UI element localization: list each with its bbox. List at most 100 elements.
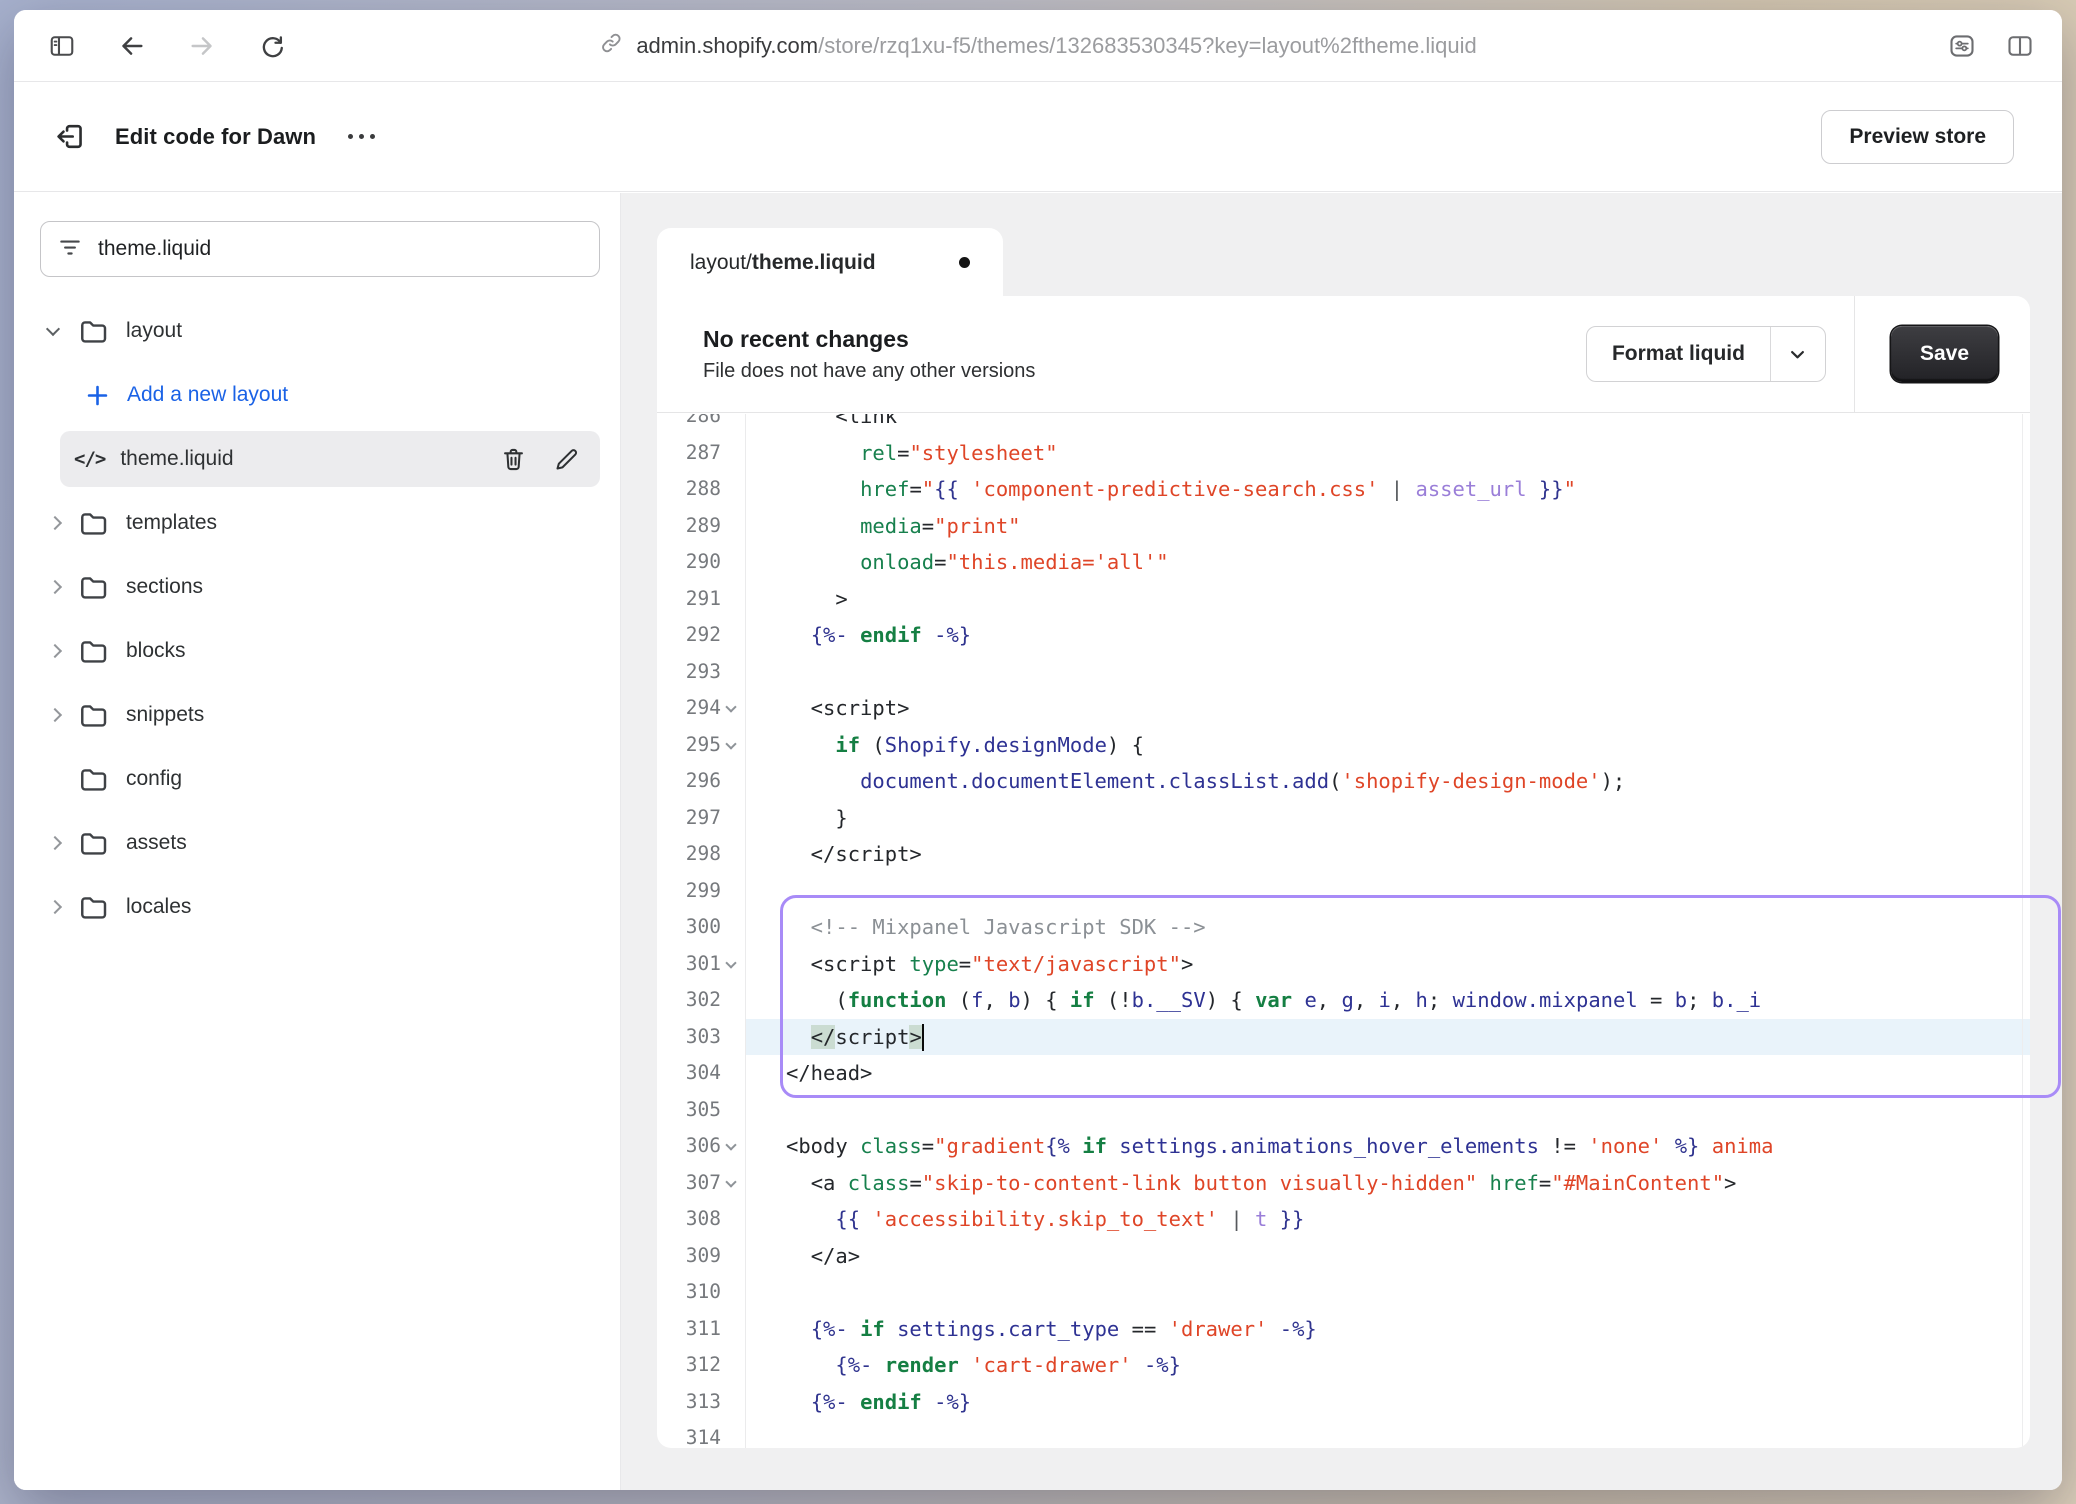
sidebar-item-sections[interactable]: sections xyxy=(14,555,620,619)
exit-editor-icon[interactable] xyxy=(54,120,87,153)
code-line-305[interactable]: 305 xyxy=(657,1092,2030,1129)
unsaved-dot xyxy=(959,257,970,268)
code-line-306[interactable]: 306<body class="gradient{% if settings.a… xyxy=(657,1128,2030,1165)
sidebar-item-snippets[interactable]: snippets xyxy=(14,683,620,747)
fold-toggle-icon[interactable] xyxy=(721,727,746,764)
more-actions-icon[interactable] xyxy=(348,134,375,139)
sidebar-item-theme-liquid[interactable]: </>theme.liquid xyxy=(14,427,620,491)
code-text: if (Shopify.designMode) { xyxy=(746,727,2030,764)
line-number: 304 xyxy=(657,1055,721,1092)
delete-icon[interactable] xyxy=(500,446,527,473)
code-text: <!-- Mixpanel Javascript SDK --> xyxy=(746,909,2030,946)
code-line-307[interactable]: 307 <a class="skip-to-content-link butto… xyxy=(657,1165,2030,1202)
fold-gutter xyxy=(721,654,746,691)
code-line-313[interactable]: 313 {%- endif -%} xyxy=(657,1384,2030,1421)
line-number: 314 xyxy=(657,1420,721,1448)
editor-region: layout/theme.liquid No recent changes Fi… xyxy=(622,193,2062,1490)
chevron-right-icon[interactable] xyxy=(48,518,78,528)
code-text: href="{{ 'component-predictive-search.cs… xyxy=(746,471,2030,508)
code-line-297[interactable]: 297 } xyxy=(657,800,2030,837)
fold-toggle-icon[interactable] xyxy=(721,946,746,983)
code-line-299[interactable]: 299 xyxy=(657,873,2030,910)
code-text: {%- if settings.cart_type == 'drawer' -%… xyxy=(746,1311,2030,1348)
page-settings-icon[interactable] xyxy=(1948,32,1976,60)
code-text: </head> xyxy=(746,1055,2030,1092)
code-text: </script> xyxy=(746,1019,2030,1056)
code-line-290[interactable]: 290 onload="this.media='all'" xyxy=(657,544,2030,581)
sidebar-item-templates[interactable]: templates xyxy=(14,491,620,555)
fold-toggle-icon[interactable] xyxy=(721,690,746,727)
code-line-298[interactable]: 298 </script> xyxy=(657,836,2030,873)
code-line-294[interactable]: 294 <script> xyxy=(657,690,2030,727)
chevron-right-icon[interactable] xyxy=(48,902,78,912)
sidebar-toggle-icon[interactable] xyxy=(48,32,76,60)
edit-icon[interactable] xyxy=(553,446,580,473)
sidebar-item-add-a-new-layout[interactable]: Add a new layout xyxy=(14,363,620,427)
code-line-289[interactable]: 289 media="print" xyxy=(657,508,2030,545)
fold-toggle-icon[interactable] xyxy=(721,1165,746,1202)
chevron-right-icon[interactable] xyxy=(48,582,78,592)
code-line-300[interactable]: 300 <!-- Mixpanel Javascript SDK --> xyxy=(657,909,2030,946)
code-line-302[interactable]: 302 (function (f, b) { if (!b.__SV) { va… xyxy=(657,982,2030,1019)
chevron-right-icon[interactable] xyxy=(48,710,78,720)
save-button[interactable]: Save xyxy=(1891,326,1998,382)
line-number: 288 xyxy=(657,471,721,508)
code-line-296[interactable]: 296 document.documentElement.classList.a… xyxy=(657,763,2030,800)
search-input[interactable] xyxy=(98,237,583,261)
address-bar[interactable]: admin.shopify.com/store/rzq1xu-f5/themes… xyxy=(599,10,1476,81)
code-text: document.documentElement.classList.add('… xyxy=(746,763,2030,800)
code-line-301[interactable]: 301 <script type="text/javascript"> xyxy=(657,946,2030,983)
code-line-304[interactable]: 304 </head> xyxy=(657,1055,2030,1092)
code-text: <link xyxy=(746,414,2030,435)
chevron-right-icon[interactable] xyxy=(48,838,78,848)
code-lines: 286 <link287 rel="stylesheet"288 href="{… xyxy=(657,414,2030,1448)
fold-gutter xyxy=(721,435,746,472)
file-label: theme.liquid xyxy=(120,447,233,471)
preview-store-button[interactable]: Preview store xyxy=(1821,110,2014,164)
fold-toggle-icon[interactable] xyxy=(721,1128,746,1165)
code-line-287[interactable]: 287 rel="stylesheet" xyxy=(657,435,2030,472)
fold-gutter xyxy=(721,873,746,910)
line-number: 293 xyxy=(657,654,721,691)
code-line-312[interactable]: 312 {%- render 'cart-drawer' -%} xyxy=(657,1347,2030,1384)
line-number: 297 xyxy=(657,800,721,837)
line-number: 295 xyxy=(657,727,721,764)
sidebar-item-locales[interactable]: locales xyxy=(14,875,620,939)
code-line-292[interactable]: 292 {%- endif -%} xyxy=(657,617,2030,654)
chevron-right-icon[interactable] xyxy=(48,646,78,656)
forward-icon[interactable] xyxy=(188,32,216,60)
sidebar-item-assets[interactable]: assets xyxy=(14,811,620,875)
split-view-icon[interactable] xyxy=(2006,32,2034,60)
code-line-310[interactable]: 310 xyxy=(657,1274,2030,1311)
folder-icon xyxy=(78,700,109,731)
line-number: 294 xyxy=(657,690,721,727)
code-line-293[interactable]: 293 xyxy=(657,654,2030,691)
code-line-309[interactable]: 309 </a> xyxy=(657,1238,2030,1275)
main-area: layoutAdd a new layout</>theme.liquidtem… xyxy=(14,193,2062,1490)
code-editor[interactable]: 286 <link287 rel="stylesheet"288 href="{… xyxy=(657,414,2030,1448)
code-text xyxy=(746,654,2030,691)
chevron-down-icon[interactable] xyxy=(48,328,78,334)
back-icon[interactable] xyxy=(118,32,146,60)
format-liquid-button[interactable]: Format liquid xyxy=(1586,326,1826,382)
file-search[interactable] xyxy=(40,221,600,277)
sidebar-item-config[interactable]: config xyxy=(14,747,620,811)
tab-theme-liquid[interactable]: layout/theme.liquid xyxy=(657,228,1003,297)
reload-icon[interactable] xyxy=(258,32,286,60)
folder-label: blocks xyxy=(126,639,186,663)
code-text: </a> xyxy=(746,1238,2030,1275)
code-line-311[interactable]: 311 {%- if settings.cart_type == 'drawer… xyxy=(657,1311,2030,1348)
code-line-286[interactable]: 286 <link xyxy=(657,414,2030,435)
code-line-288[interactable]: 288 href="{{ 'component-predictive-searc… xyxy=(657,471,2030,508)
code-line-295[interactable]: 295 if (Shopify.designMode) { xyxy=(657,727,2030,764)
sidebar-item-layout[interactable]: layout xyxy=(14,299,620,363)
code-line-291[interactable]: 291 > xyxy=(657,581,2030,618)
code-line-308[interactable]: 308 {{ 'accessibility.skip_to_text' | t … xyxy=(657,1201,2030,1238)
url-path: /store/rzq1xu-f5/themes/132683530345?key… xyxy=(818,33,1477,58)
code-line-314[interactable]: 314 xyxy=(657,1420,2030,1448)
chevron-down-icon[interactable] xyxy=(1771,327,1825,381)
file-sidebar: layoutAdd a new layout</>theme.liquidtem… xyxy=(14,193,621,1490)
line-number: 296 xyxy=(657,763,721,800)
code-line-303[interactable]: 303 </script> xyxy=(657,1019,2030,1056)
sidebar-item-blocks[interactable]: blocks xyxy=(14,619,620,683)
